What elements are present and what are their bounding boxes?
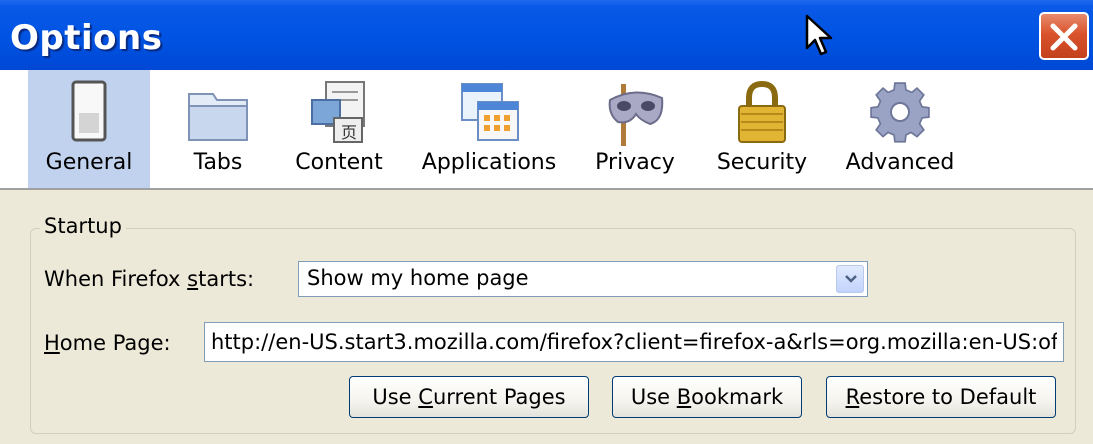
content-page-icon: 页 bbox=[311, 81, 365, 143]
pane-general[interactable]: General bbox=[28, 70, 150, 188]
advanced-gear-icon bbox=[870, 82, 930, 143]
pane-security[interactable]: Security bbox=[708, 70, 816, 188]
close-button[interactable] bbox=[1039, 12, 1089, 60]
pane-privacy-label: Privacy bbox=[595, 150, 675, 175]
preference-pane-toolbar: General Tabs 页 Content Applications Priv… bbox=[0, 70, 1093, 190]
home-page-label: Home Page: bbox=[44, 331, 171, 355]
tabs-folder-icon bbox=[188, 93, 248, 141]
when-starts-label: When Firefox starts: bbox=[44, 267, 255, 291]
svg-text:页: 页 bbox=[341, 123, 357, 142]
pane-applications-label: Applications bbox=[421, 150, 557, 175]
use-bookmark-button[interactable]: Use Bookmark bbox=[612, 376, 802, 418]
use-current-pages-button[interactable]: Use Current Pages bbox=[349, 376, 589, 418]
pane-advanced-label: Advanced bbox=[845, 150, 955, 175]
startup-legend: Startup bbox=[40, 214, 126, 238]
pane-general-label: General bbox=[45, 150, 133, 175]
window-title: Options bbox=[10, 18, 163, 58]
pane-tabs[interactable]: Tabs bbox=[168, 70, 268, 188]
chevron-down-icon bbox=[845, 275, 857, 283]
pane-privacy[interactable]: Privacy bbox=[580, 70, 690, 188]
home-page-field[interactable] bbox=[204, 322, 1064, 362]
title-bar: Options bbox=[0, 0, 1093, 80]
pane-tabs-label: Tabs bbox=[193, 150, 243, 175]
close-icon bbox=[1050, 23, 1078, 51]
mouse-cursor-icon bbox=[805, 14, 833, 56]
applications-window-icon bbox=[461, 83, 519, 141]
dropdown-button[interactable] bbox=[836, 265, 864, 293]
pane-content-label: Content bbox=[295, 150, 383, 175]
when-starts-selected-value: Show my home page bbox=[307, 266, 529, 290]
home-page-input[interactable] bbox=[205, 323, 1063, 361]
pane-advanced[interactable]: Advanced bbox=[836, 70, 964, 188]
pane-content[interactable]: 页 Content bbox=[283, 70, 395, 188]
restore-to-default-button[interactable]: Restore to Default bbox=[826, 376, 1056, 418]
general-pane-content: Startup When Firefox starts: Show my hom… bbox=[0, 190, 1093, 444]
privacy-mask-icon bbox=[608, 84, 664, 146]
pane-applications[interactable]: Applications bbox=[410, 70, 568, 188]
general-switch-icon bbox=[71, 80, 107, 142]
pane-security-label: Security bbox=[716, 150, 808, 175]
security-padlock-icon bbox=[738, 80, 786, 143]
when-starts-select[interactable]: Show my home page bbox=[298, 261, 868, 297]
